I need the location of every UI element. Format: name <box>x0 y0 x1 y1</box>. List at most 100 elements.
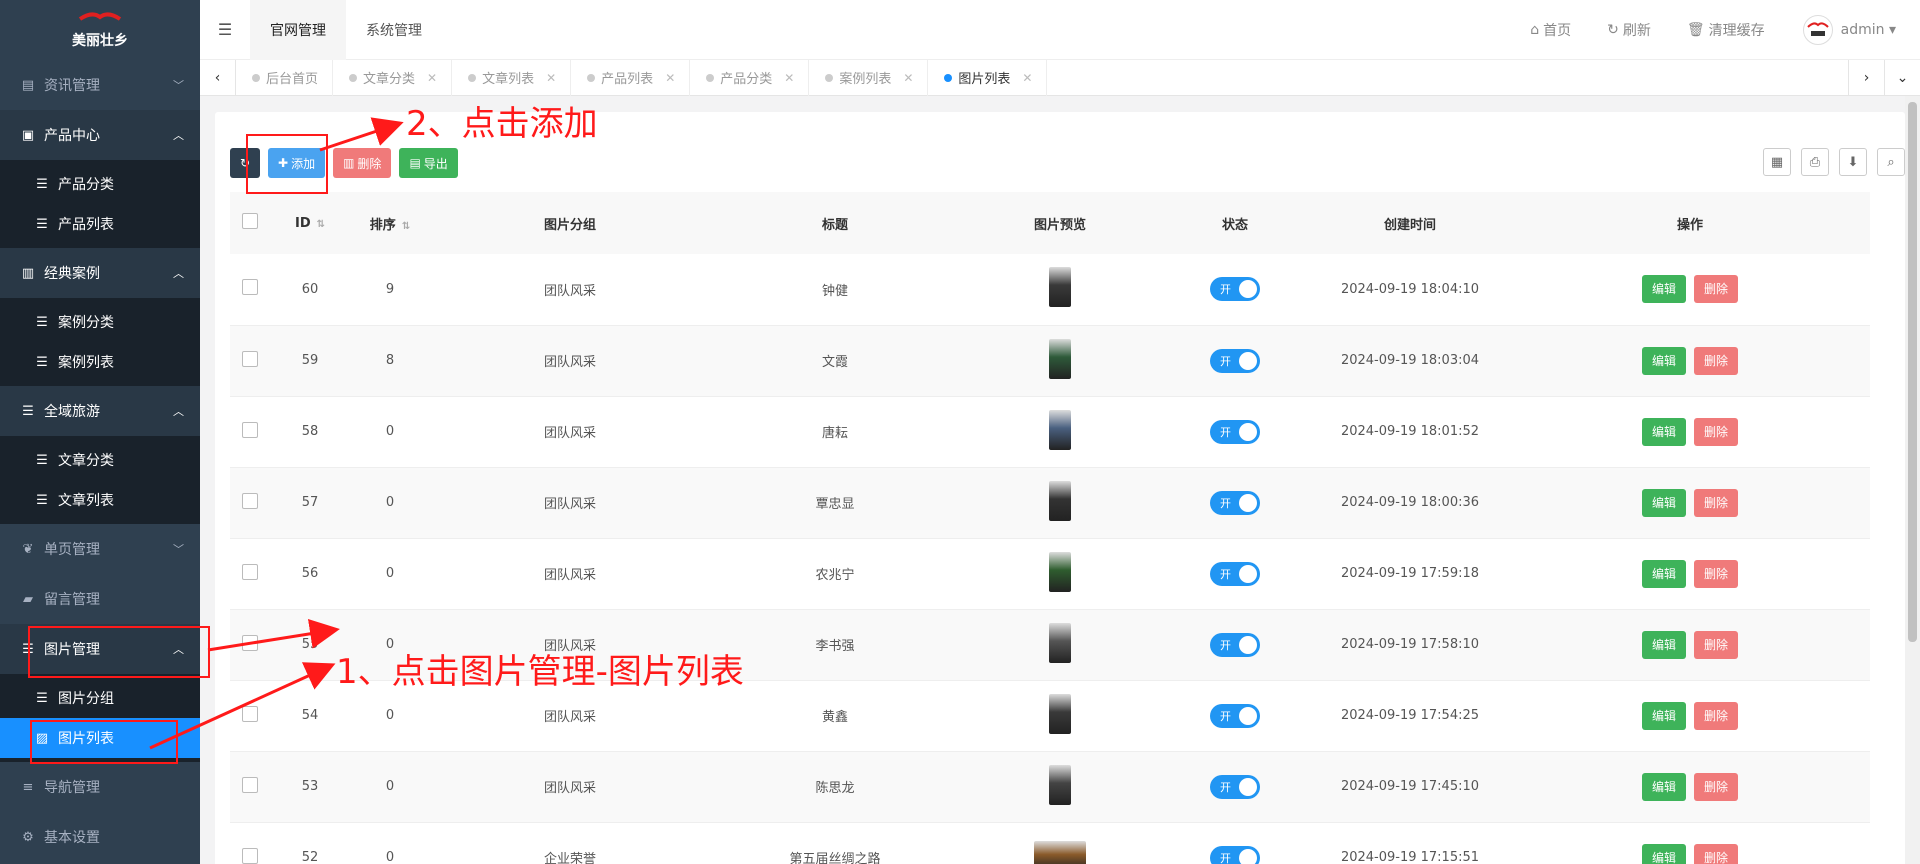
status-toggle[interactable]: 开 <box>1210 703 1260 728</box>
image-thumbnail[interactable] <box>1049 622 1071 663</box>
nav-group-pages[interactable]: ❦ 单页管理 ﹀ <box>0 524 200 574</box>
close-icon[interactable]: ✕ <box>665 71 675 85</box>
refresh-link[interactable]: ↻ 刷新 <box>1589 20 1669 40</box>
page-tab-product-list[interactable]: 产品列表 ✕ <box>571 59 691 96</box>
edit-button[interactable]: 编辑 <box>1641 275 1686 304</box>
row-checkbox[interactable] <box>242 492 258 509</box>
user-name[interactable]: admin ▾ <box>1841 22 1896 38</box>
page-tab-article-category[interactable]: 文章分类 ✕ <box>333 59 453 96</box>
edit-button[interactable]: 编辑 <box>1641 630 1686 659</box>
nav-group-products[interactable]: ▣ 产品中心 ︿ <box>0 110 200 160</box>
status-toggle[interactable]: 开 <box>1210 561 1260 586</box>
sidebar-item-case-category[interactable]: ☰ 案例分类 <box>0 302 200 342</box>
print-button[interactable]: ⎙ <box>1801 148 1829 176</box>
nav-group-tourism[interactable]: ☰ 全域旅游 ︿ <box>0 386 200 436</box>
close-icon[interactable]: ✕ <box>903 71 913 85</box>
sidebar-item-product-list[interactable]: ☰ 产品列表 <box>0 204 200 244</box>
tabs-scroll-right-button[interactable]: › <box>1848 59 1884 96</box>
row-checkbox[interactable] <box>242 776 258 793</box>
page-tab-case-list[interactable]: 案例列表 ✕ <box>809 59 929 96</box>
export-table-button[interactable]: ⬇ <box>1839 148 1867 176</box>
image-thumbnail[interactable] <box>1049 480 1071 521</box>
row-checkbox[interactable] <box>242 847 258 864</box>
add-button[interactable]: ✚ 添加 <box>268 148 326 178</box>
nav-group-navigation[interactable]: ≡ 导航管理 <box>0 762 200 812</box>
image-thumbnail[interactable] <box>1049 764 1071 805</box>
page-tab-product-category[interactable]: 产品分类 ✕ <box>690 59 810 96</box>
edit-button[interactable]: 编辑 <box>1641 772 1686 801</box>
close-icon[interactable]: ✕ <box>427 71 437 85</box>
nav-group-messages[interactable]: ▰ 留言管理 <box>0 574 200 624</box>
tab-system-management[interactable]: 系统管理 <box>346 0 442 60</box>
page-tab-dashboard[interactable]: 后台首页 <box>236 59 334 96</box>
row-delete-button[interactable]: 删除 <box>1694 559 1739 588</box>
search-toggle-button[interactable]: ⌕ <box>1877 148 1905 176</box>
column-header-id[interactable]: ID ⇅ <box>270 192 350 254</box>
edit-button[interactable]: 编辑 <box>1641 417 1686 446</box>
row-delete-button[interactable]: 删除 <box>1694 346 1739 375</box>
sidebar-item-article-list[interactable]: ☰ 文章列表 <box>0 480 200 520</box>
tabs-scroll-left-button[interactable]: ‹ <box>200 59 236 96</box>
image-thumbnail[interactable] <box>1049 267 1071 308</box>
status-toggle[interactable]: 开 <box>1210 348 1260 373</box>
select-all-checkbox[interactable] <box>242 213 258 229</box>
row-checkbox[interactable] <box>242 563 258 580</box>
clear-cache-link[interactable]: 🗑︎ 清理缓存 <box>1669 20 1783 40</box>
status-toggle[interactable]: 开 <box>1210 845 1260 864</box>
image-thumbnail[interactable] <box>1049 409 1071 450</box>
page-tab-article-list[interactable]: 文章列表 ✕ <box>452 59 572 96</box>
row-delete-button[interactable]: 删除 <box>1694 275 1739 304</box>
sidebar-item-product-category[interactable]: ☰ 产品分类 <box>0 164 200 204</box>
sidebar-item-image-group[interactable]: ☰ 图片分组 <box>0 678 200 718</box>
status-toggle[interactable]: 开 <box>1210 277 1260 302</box>
status-toggle[interactable]: 开 <box>1210 632 1260 657</box>
sidebar-item-image-list[interactable]: ▨ 图片列表 <box>0 718 200 758</box>
delete-button[interactable]: ▥ 删除 <box>333 148 392 178</box>
row-checkbox[interactable] <box>242 421 258 438</box>
nav-group-images[interactable]: ☰ 图片管理 ︿ <box>0 624 200 674</box>
row-checkbox[interactable] <box>242 634 258 651</box>
edit-button[interactable]: 编辑 <box>1641 488 1686 517</box>
nav-group-settings[interactable]: ⚙ 基本设置 <box>0 812 200 862</box>
tab-website-management[interactable]: 官网管理 <box>250 0 346 60</box>
row-delete-button[interactable]: 删除 <box>1694 843 1739 864</box>
avatar[interactable] <box>1802 15 1833 45</box>
row-checkbox[interactable] <box>242 350 258 367</box>
image-thumbnail[interactable] <box>1034 840 1086 864</box>
status-toggle[interactable]: 开 <box>1210 490 1260 515</box>
nav-group-news[interactable]: ▤ 资讯管理 ﹀ <box>0 60 200 110</box>
export-button[interactable]: ▤ 导出 <box>399 148 458 178</box>
close-icon[interactable]: ✕ <box>1022 71 1032 85</box>
row-delete-button[interactable]: 删除 <box>1694 772 1739 801</box>
row-checkbox[interactable] <box>242 705 258 722</box>
page-tab-image-list[interactable]: 图片列表 ✕ <box>928 59 1048 96</box>
column-header-sort[interactable]: 排序 ⇅ <box>350 192 430 254</box>
nav-group-cases[interactable]: ▥ 经典案例 ︿ <box>0 248 200 298</box>
sidebar-item-case-list[interactable]: ☰ 案例列表 <box>0 342 200 382</box>
row-checkbox[interactable] <box>242 279 258 296</box>
home-link[interactable]: ⌂ 首页 <box>1512 20 1589 40</box>
edit-button[interactable]: 编辑 <box>1641 346 1686 375</box>
edit-button[interactable]: 编辑 <box>1641 559 1686 588</box>
row-delete-button[interactable]: 删除 <box>1694 630 1739 659</box>
status-toggle[interactable]: 开 <box>1210 774 1260 799</box>
close-icon[interactable]: ✕ <box>784 71 794 85</box>
cell-status: 开 <box>1160 467 1310 538</box>
edit-button[interactable]: 编辑 <box>1641 843 1686 864</box>
edit-button[interactable]: 编辑 <box>1641 701 1686 730</box>
row-delete-button[interactable]: 删除 <box>1694 417 1739 446</box>
row-delete-button[interactable]: 删除 <box>1694 488 1739 517</box>
menu-toggle-button[interactable]: ☰ <box>200 0 250 60</box>
vertical-scrollbar[interactable] <box>1905 96 1920 864</box>
columns-toggle-button[interactable]: ▦ <box>1763 148 1791 176</box>
row-delete-button[interactable]: 删除 <box>1694 701 1739 730</box>
status-toggle[interactable]: 开 <box>1210 419 1260 444</box>
refresh-button[interactable]: ↻ <box>230 148 260 178</box>
tabs-dropdown-button[interactable]: ⌄ <box>1884 59 1920 96</box>
close-icon[interactable]: ✕ <box>546 71 556 85</box>
image-thumbnail[interactable] <box>1049 693 1071 734</box>
scrollbar-thumb[interactable] <box>1908 102 1917 642</box>
sidebar-item-article-category[interactable]: ☰ 文章分类 <box>0 440 200 480</box>
image-thumbnail[interactable] <box>1049 551 1071 592</box>
image-thumbnail[interactable] <box>1049 338 1071 379</box>
